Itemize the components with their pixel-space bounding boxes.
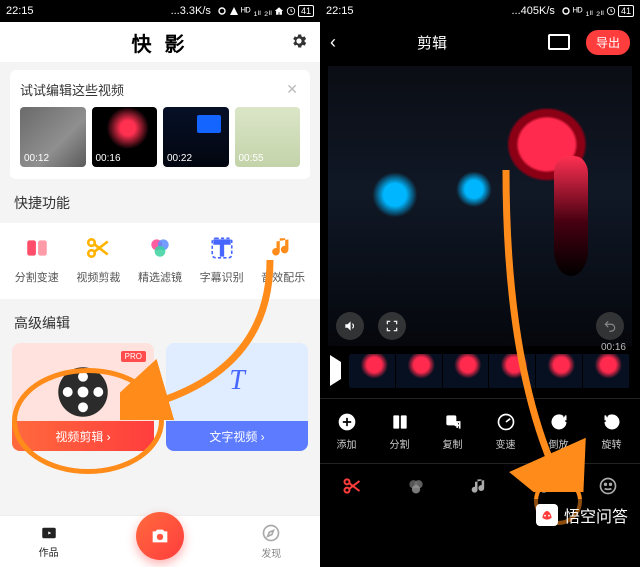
video-edit-button[interactable]: 视频剪辑 ›: [12, 421, 154, 451]
quick-audio[interactable]: 音效配乐: [261, 233, 305, 285]
video-thumb-row: 00:12 00:16 00:22 00:55: [20, 107, 300, 167]
preview-image: [328, 66, 632, 346]
nav-camera[interactable]: [136, 512, 184, 560]
tool-speed[interactable]: 变速: [479, 399, 532, 463]
status-time: 22:15: [6, 5, 56, 17]
quick-functions: 分割变速 视频剪裁 精选滤镜 字幕识别 音效配乐: [0, 223, 320, 299]
bnav-sticker-icon[interactable]: [588, 476, 628, 496]
fullscreen-icon[interactable]: [378, 312, 406, 340]
bottom-nav: 作品 发现: [0, 515, 320, 567]
preview-controls: [336, 312, 624, 340]
edit-toolbar: 添加 分割 复制 变速 倒放 旋转 删除: [320, 399, 640, 463]
tool-split[interactable]: 分割: [373, 399, 426, 463]
quick-section-title: 快捷功能: [14, 193, 320, 213]
bnav-filter-icon[interactable]: [396, 476, 436, 496]
video-preview[interactable]: [328, 66, 632, 346]
bnav-music-icon[interactable]: [460, 476, 500, 496]
quick-split-speed[interactable]: 分割变速: [15, 233, 59, 285]
text-video-icon: T: [229, 365, 245, 397]
editor-header: ‹ 剪辑 导出: [320, 22, 640, 62]
try-edit-title: 试试编辑这些视频: [20, 80, 124, 99]
filter-icon: [145, 233, 175, 263]
timeline-strip[interactable]: [349, 354, 630, 388]
screen-home: 22:15 ...3.3K/s ᴴᴰ ₁ₗₗ ₂ₗₗ 41 快 影 试试编辑这些…: [0, 0, 320, 567]
video-thumb[interactable]: 00:22: [163, 107, 229, 167]
pro-badge: PRO: [121, 351, 146, 362]
tool-copy[interactable]: 复制: [426, 399, 479, 463]
aspect-icon[interactable]: [548, 34, 570, 50]
export-button[interactable]: 导出: [586, 30, 630, 55]
subtitle-icon: [207, 233, 237, 263]
status-icons: ᴴᴰ ₁ₗₗ ₂ₗₗ 41: [217, 5, 314, 18]
adv-section-title: 高级编辑: [14, 313, 320, 333]
status-bar: 22:15 ...3.3K/s ᴴᴰ ₁ₗₗ ₂ₗₗ 41: [0, 0, 320, 22]
card-video-edit[interactable]: PRO 视频剪辑 ›: [12, 343, 154, 451]
tool-add[interactable]: 添加: [320, 399, 373, 463]
editor-title: 剪辑: [324, 32, 540, 53]
scissors-icon: [83, 233, 113, 263]
close-icon[interactable]: ✕: [284, 81, 300, 98]
status-time: 22:15: [326, 5, 376, 17]
status-net: ...3.3K/s: [171, 5, 211, 17]
watermark: 悟空问答: [528, 499, 636, 531]
watermark-text: 悟空问答: [564, 503, 628, 527]
mute-icon[interactable]: [336, 312, 364, 340]
app-header: 快 影: [0, 22, 320, 62]
nav-works[interactable]: 作品: [39, 524, 59, 559]
status-bar: 22:15 ...405K/s ᴴᴰ ₁ₗₗ ₂ₗₗ 41: [320, 0, 640, 22]
bnav-text-icon[interactable]: [524, 476, 564, 496]
card-text-video[interactable]: T 文字视频 ›: [166, 343, 308, 451]
try-edit-card: 试试编辑这些视频 ✕ 00:12 00:16 00:22 00:55: [10, 70, 310, 179]
quick-filter[interactable]: 精选滤镜: [138, 233, 182, 285]
watermark-logo-icon: [536, 504, 558, 526]
timeline-timecode: 00:16: [601, 342, 626, 353]
app-title: 快 影: [132, 28, 189, 57]
film-reel-icon: [56, 365, 110, 424]
split-icon: [22, 233, 52, 263]
tool-reverse[interactable]: 倒放: [532, 399, 585, 463]
video-thumb[interactable]: 00:12: [20, 107, 86, 167]
video-thumb[interactable]: 00:16: [92, 107, 158, 167]
quick-crop[interactable]: 视频剪裁: [76, 233, 120, 285]
bnav-cut-icon[interactable]: [332, 476, 372, 496]
quick-subtitle[interactable]: 字幕识别: [200, 233, 244, 285]
video-thumb[interactable]: 00:55: [235, 107, 301, 167]
screen-editor: 22:15 ...405K/s ᴴᴰ ₁ₗₗ ₂ₗₗ 41 ‹ 剪辑 导出 00…: [320, 0, 640, 567]
status-icons: ᴴᴰ ₁ₗₗ ₂ₗₗ 41: [561, 5, 634, 18]
music-icon: [268, 233, 298, 263]
settings-icon[interactable]: [290, 32, 308, 55]
nav-discover[interactable]: 发现: [261, 523, 281, 560]
timeline: [320, 346, 640, 388]
text-video-button[interactable]: 文字视频 ›: [166, 421, 308, 451]
undo-icon[interactable]: [596, 312, 624, 340]
play-icon[interactable]: [330, 362, 341, 380]
tool-rotate[interactable]: 旋转: [585, 399, 638, 463]
status-net: ...405K/s: [512, 5, 555, 17]
